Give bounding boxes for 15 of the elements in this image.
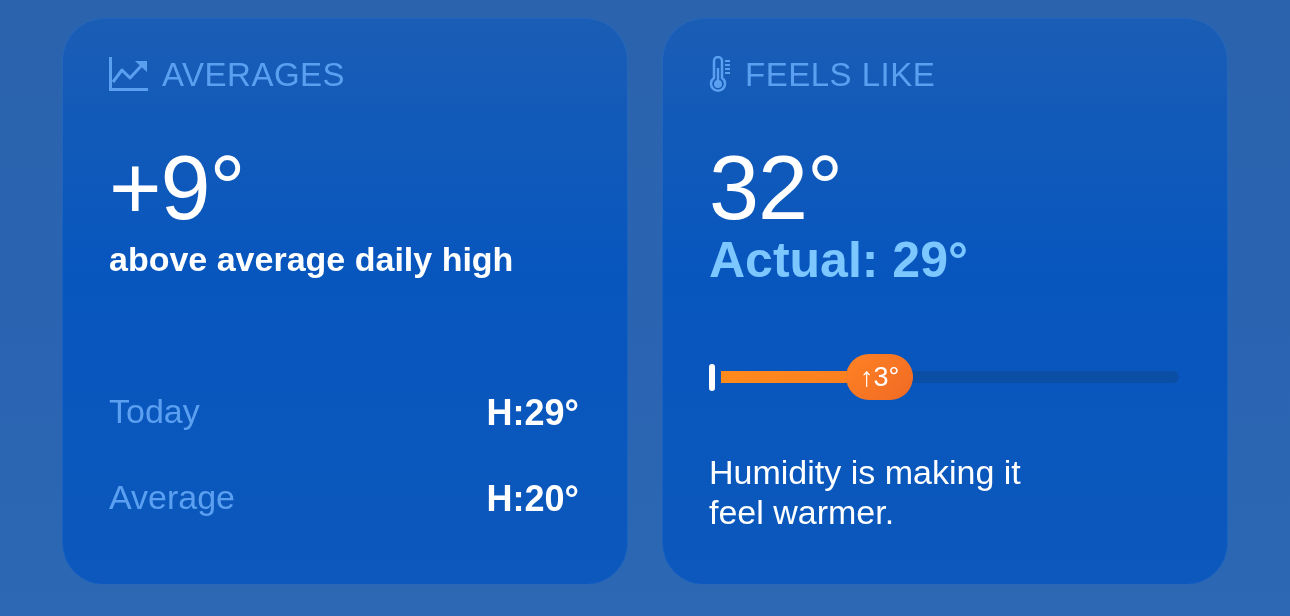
- row-label: Today: [109, 390, 200, 432]
- row-label: Average: [109, 476, 236, 518]
- card-title: FEELS LIKE: [745, 57, 936, 91]
- temperature-value: +9°: [109, 143, 246, 233]
- difference-badge: ↑3°: [846, 354, 914, 400]
- caption-text: above average daily high: [109, 239, 515, 280]
- actual-temperature: Actual: 29°: [709, 233, 969, 288]
- row-value: H:29°: [486, 390, 579, 434]
- description-text: Humidity is making it feel warmer.: [709, 452, 1022, 532]
- start-marker-icon: [709, 363, 715, 391]
- chart-line-icon: [109, 57, 148, 91]
- temperature-value: 32°: [709, 143, 844, 233]
- row-value: H:20°: [486, 476, 579, 520]
- card-title: AVERAGES: [162, 57, 346, 91]
- thermometer-icon: [709, 55, 731, 93]
